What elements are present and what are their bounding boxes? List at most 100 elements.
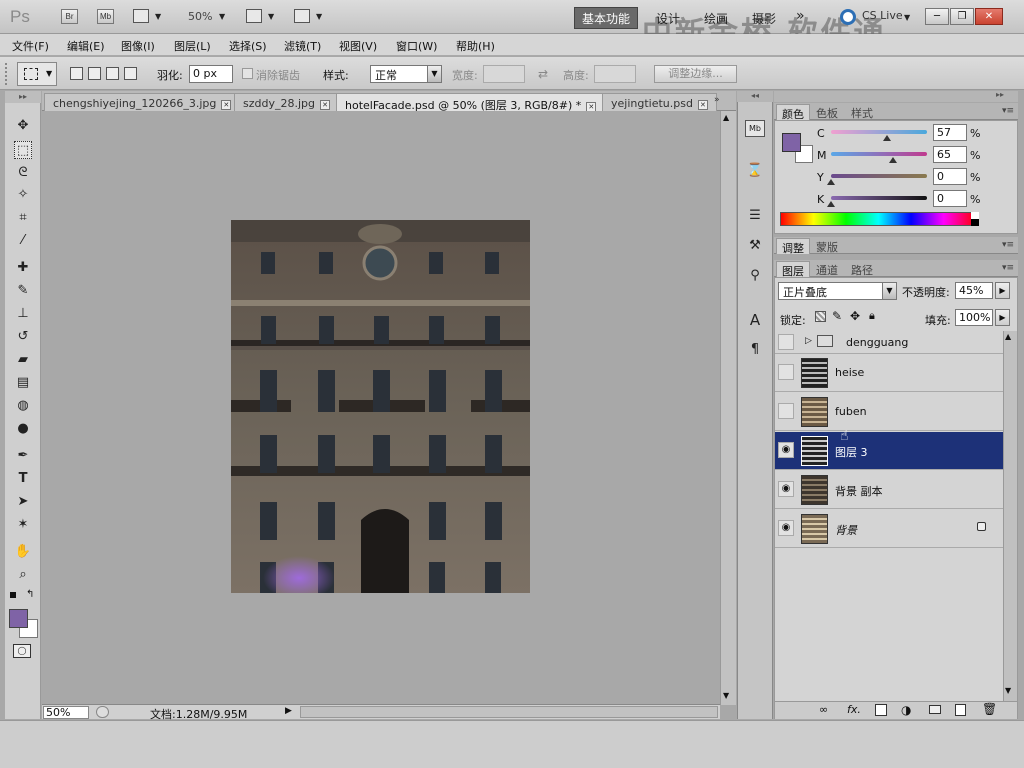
color-ramp[interactable] <box>780 212 977 226</box>
black-white-swatch[interactable] <box>971 212 979 226</box>
crop-tool-icon[interactable]: ⌗ <box>14 209 32 227</box>
bridge-button[interactable]: Br <box>61 9 78 24</box>
eye-icon[interactable]: ◉ <box>778 520 794 536</box>
channel-c-input[interactable]: 57 <box>933 124 967 141</box>
foreground-color-swatch[interactable] <box>782 133 801 152</box>
arrange-documents-icon[interactable] <box>246 9 262 23</box>
gradient-tool-icon[interactable]: ▤ <box>14 374 32 392</box>
new-layer-icon[interactable] <box>955 704 966 716</box>
workspace-essentials-button[interactable]: 基本功能 <box>574 7 638 29</box>
chevron-down-icon[interactable]: ▼ <box>155 12 161 21</box>
layer-row[interactable]: heise <box>775 354 1003 392</box>
vertical-scrollbar[interactable]: ▲ ▼ <box>720 111 736 705</box>
eraser-tool-icon[interactable]: ▰ <box>14 351 32 369</box>
close-button[interactable]: ✕ <box>975 8 1003 25</box>
menu-image[interactable]: 图像(I) <box>121 38 155 54</box>
channel-c-slider[interactable] <box>831 130 927 134</box>
lock-pixels-icon[interactable]: ✎ <box>832 309 842 323</box>
lock-all-icon[interactable]: 🔒︎ <box>869 309 875 323</box>
scroll-down-icon[interactable]: ▼ <box>1005 686 1011 695</box>
status-zoom[interactable]: 50% <box>46 706 70 719</box>
tab-document[interactable]: yejingtietu.psd ✕ <box>602 93 717 111</box>
pen-tool-icon[interactable]: ✒ <box>14 447 32 465</box>
zoom-level[interactable]: 50% <box>188 10 212 23</box>
fill-input[interactable]: 100% <box>955 309 993 326</box>
style-select[interactable]: 正常 ▼ <box>370 65 442 83</box>
opacity-input[interactable]: 45% <box>955 282 993 299</box>
quick-mask-icon[interactable]: ◯ <box>13 644 31 658</box>
feather-input[interactable]: 0 px <box>189 65 233 83</box>
intersect-selection-icon[interactable] <box>124 67 137 80</box>
history-brush-tool-icon[interactable]: ↺ <box>14 328 32 346</box>
scroll-up-icon[interactable]: ▲ <box>723 113 729 122</box>
close-icon[interactable]: ✕ <box>697 100 708 110</box>
slider-thumb[interactable] <box>827 201 835 207</box>
grip-handle[interactable] <box>5 63 10 85</box>
height-input[interactable] <box>594 65 636 83</box>
scroll-up-icon[interactable]: ▲ <box>1005 332 1011 341</box>
tab-document[interactable]: chengshiyejing_120266_3.jpg ✕ <box>44 93 241 111</box>
quick-selection-tool-icon[interactable]: ✧ <box>14 186 32 204</box>
add-mask-icon[interactable] <box>875 704 887 716</box>
adjustment-layer-icon[interactable]: ◑ <box>901 703 911 717</box>
channel-m-slider[interactable] <box>831 152 927 156</box>
fx-icon[interactable]: fx. <box>847 703 861 716</box>
blend-mode-select[interactable]: 正片叠底 ▼ <box>778 282 897 300</box>
status-info-icon[interactable] <box>96 706 109 718</box>
default-colors-icon[interactable] <box>10 592 16 598</box>
swap-colors-icon[interactable]: ↰ <box>26 589 34 600</box>
minibridge-panel-icon[interactable]: Mb <box>745 120 765 137</box>
collapse-icon[interactable]: ▸▸ <box>996 90 1004 99</box>
lock-transparent-icon[interactable] <box>815 311 826 322</box>
panel-menu-icon[interactable]: ▾≡ <box>1002 106 1014 116</box>
workspace-painting[interactable]: 绘画 <box>704 10 728 27</box>
menu-help[interactable]: 帮助(H) <box>456 38 495 54</box>
panel-menu-icon[interactable]: ▾≡ <box>1002 263 1014 273</box>
eye-icon[interactable]: ◉ <box>778 442 794 458</box>
tab-paths[interactable]: 路径 <box>846 261 878 277</box>
link-layers-icon[interactable]: ∞ <box>819 703 828 716</box>
subtract-selection-icon[interactable] <box>106 67 119 80</box>
layer-group-row[interactable]: ▷ dengguang <box>775 331 1003 354</box>
menu-filter[interactable]: 滤镜(T) <box>284 38 321 54</box>
tab-adjustments[interactable]: 调整 <box>776 238 810 255</box>
marquee-tool-icon[interactable]: ⬚ <box>14 141 32 159</box>
delete-layer-icon[interactable]: 🗑︎ <box>982 702 997 716</box>
tab-document[interactable]: szddy_28.jpg ✕ <box>234 93 339 111</box>
menu-edit[interactable]: 编辑(E) <box>67 38 105 54</box>
menu-layer[interactable]: 图层(L) <box>174 38 211 54</box>
type-tool-icon[interactable]: T <box>14 470 32 488</box>
chevron-down-icon[interactable]: ▼ <box>219 12 225 21</box>
tab-document-active[interactable]: hotelFacade.psd @ 50% (图层 3, RGB/8#) * ✕ <box>336 93 606 112</box>
channel-k-slider[interactable] <box>831 196 927 200</box>
antialias-checkbox[interactable] <box>242 68 253 79</box>
menu-select[interactable]: 选择(S) <box>229 38 267 54</box>
layers-scrollbar[interactable]: ▲ ▼ <box>1003 331 1017 701</box>
refine-edge-button[interactable]: 调整边缘... <box>654 65 737 83</box>
visibility-toggle[interactable] <box>778 403 794 419</box>
channel-y-input[interactable]: 0 <box>933 168 967 185</box>
slider-thumb[interactable] <box>827 179 835 185</box>
eye-icon[interactable]: ◉ <box>778 481 794 497</box>
workspace-design[interactable]: 设计 <box>656 10 680 27</box>
tool-preset-picker[interactable]: ▼ <box>17 62 57 86</box>
channel-k-input[interactable]: 0 <box>933 190 967 207</box>
add-to-selection-icon[interactable] <box>88 67 101 80</box>
tool-presets-icon[interactable]: ⚒ <box>745 236 765 256</box>
actions-panel-icon[interactable]: ☰ <box>745 206 765 226</box>
panel-menu-icon[interactable]: ▾≡ <box>1002 240 1014 250</box>
scroll-down-icon[interactable]: ▼ <box>723 691 729 700</box>
menu-view[interactable]: 视图(V) <box>339 38 377 54</box>
chevron-down-icon[interactable]: ▼ <box>316 12 322 21</box>
new-group-icon[interactable] <box>929 705 941 714</box>
lock-position-icon[interactable]: ✥ <box>850 309 860 323</box>
width-input[interactable] <box>483 65 525 83</box>
tab-swatches[interactable]: 色板 <box>811 104 843 120</box>
restore-button[interactable]: ❐ <box>950 8 974 25</box>
brush-tool-icon[interactable]: ✎ <box>14 282 32 300</box>
fill-slider-toggle[interactable]: ▶ <box>995 309 1010 326</box>
close-icon[interactable]: ✕ <box>320 100 330 110</box>
layer-row[interactable]: ◉ 背景 副本 <box>775 471 1003 509</box>
character-panel-icon[interactable]: A <box>745 310 765 330</box>
layer-row[interactable]: ◉ 背景 <box>775 510 1003 548</box>
